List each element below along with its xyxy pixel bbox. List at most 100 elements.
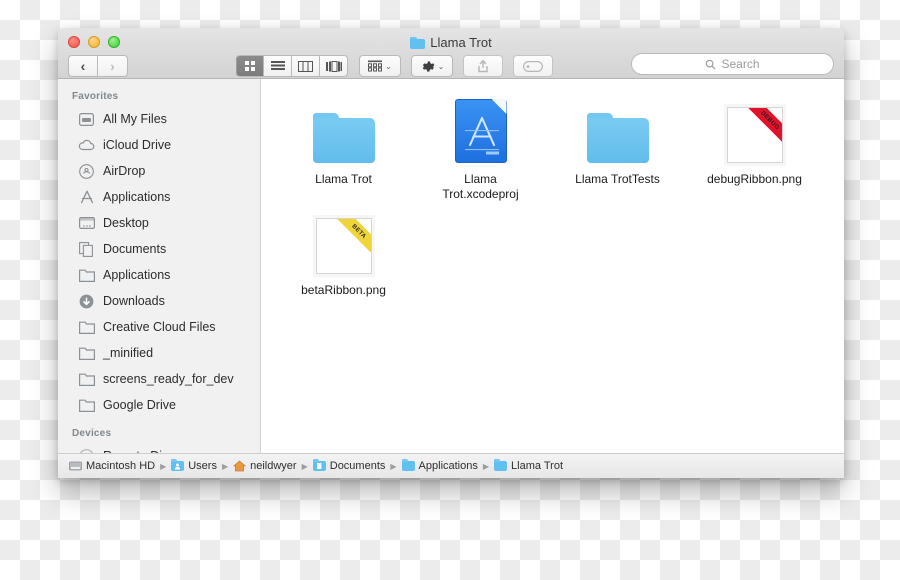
window-title-text: Llama Trot	[430, 35, 492, 50]
xcodeproj-icon	[454, 99, 507, 163]
sidebar-item-documents[interactable]: Documents	[58, 236, 260, 262]
breadcrumb-label: Users	[188, 460, 217, 472]
sidebar-item-google-drive[interactable]: Google Drive	[58, 392, 260, 418]
chevron-right-icon: ›	[110, 58, 115, 74]
search-placeholder: Search	[721, 57, 760, 71]
column-view-button[interactable]	[292, 55, 320, 77]
folder-icon	[78, 267, 95, 283]
downloads-icon	[78, 293, 95, 309]
file-item-llama-trot-xcodeproj[interactable]: Llama Trot.xcodeproj	[412, 91, 549, 202]
breadcrumb-separator: ▶	[482, 461, 490, 471]
sidebar-item-all-my-files[interactable]: All My Files	[58, 106, 260, 132]
window-title: Llama Trot	[58, 35, 844, 50]
breadcrumb-separator: ▶	[301, 461, 308, 471]
png-preview-icon: BETA	[315, 218, 372, 274]
columns-icon	[298, 60, 313, 72]
breadcrumb-applications[interactable]: Applications	[401, 459, 478, 472]
search-icon	[706, 59, 716, 70]
sidebar-item-label: Creative Cloud Files	[103, 320, 216, 334]
hard-drive-icon	[69, 460, 82, 472]
gear-icon	[422, 60, 435, 72]
navigation-buttons: ‹ ›	[68, 55, 128, 77]
toolbar: ‹ › ⌄ ⌄ Search	[58, 53, 844, 79]
breadcrumb-label: Macintosh HD	[86, 460, 156, 472]
breadcrumb-separator: ▶	[221, 461, 229, 471]
view-mode-group	[236, 55, 348, 77]
sidebar-item-applications-folder[interactable]: Applications	[58, 262, 260, 288]
tags-button[interactable]	[513, 55, 553, 77]
file-content-area[interactable]: Llama Trot Llama Trot.xcodeproj Llama Tr…	[261, 79, 844, 453]
sidebar-item-label: _minified	[103, 346, 154, 360]
breadcrumb-documents[interactable]: Documents	[312, 459, 386, 472]
folder-icon	[494, 459, 508, 472]
file-item-llama-trot[interactable]: Llama Trot	[275, 91, 412, 202]
sidebar-item-remote-disc[interactable]: Remote Disc	[58, 443, 260, 453]
sidebar-item-downloads[interactable]: Downloads	[58, 288, 260, 314]
sidebar-item-airdrop[interactable]: AirDrop	[58, 158, 260, 184]
share-button[interactable]	[463, 55, 503, 77]
sidebar-item-label: screens_ready_for_dev	[103, 372, 234, 386]
file-item-beta-ribbon-png[interactable]: BETA betaRibbon.png	[275, 202, 412, 298]
sidebar-item-desktop[interactable]: Desktop	[58, 210, 260, 236]
sidebar-item-minified[interactable]: _minified	[58, 340, 260, 366]
chevron-left-icon: ‹	[80, 58, 86, 74]
sidebar-item-label: Google Drive	[103, 398, 176, 412]
sidebar-item-applications[interactable]: Applications	[58, 184, 260, 210]
file-label: Llama TrotTests	[575, 172, 660, 186]
list-icon	[270, 60, 285, 70]
sidebar-item-label: All My Files	[103, 112, 167, 126]
folder-icon	[312, 113, 375, 163]
forward-button[interactable]: ›	[98, 55, 128, 77]
desktop-icon	[78, 215, 95, 231]
share-icon	[478, 60, 488, 73]
sidebar-section-favorites-header: Favorites	[72, 91, 119, 102]
folder-icon	[78, 345, 95, 361]
chevron-down-icon: ⌄	[437, 61, 445, 71]
search-field[interactable]: Search	[631, 53, 834, 75]
action-button[interactable]: ⌄	[411, 55, 453, 77]
sidebar-item-screens-ready-for-dev[interactable]: screens_ready_for_dev	[58, 366, 260, 392]
file-thumbnail	[586, 99, 649, 163]
menu-buttons: ⌄ ⌄	[359, 55, 453, 77]
sidebar-item-label: Documents	[103, 242, 167, 256]
folder-icon	[410, 36, 426, 49]
file-item-debug-ribbon-png[interactable]: DEBUG debugRibbon.png	[686, 91, 823, 202]
xcode-glyph-icon	[464, 116, 499, 155]
file-label: betaRibbon.png	[301, 283, 386, 297]
folder-icon	[78, 397, 95, 413]
breadcrumb-llama-trot[interactable]: Llama Trot	[494, 459, 563, 472]
breadcrumb-users[interactable]: Users	[171, 459, 217, 472]
sidebar-item-label: Downloads	[103, 294, 165, 308]
breadcrumb-label: neildwyer	[250, 460, 297, 472]
arrange-icon	[368, 60, 383, 72]
breadcrumb-label: Applications	[418, 460, 478, 472]
sidebar-item-creative-cloud-files[interactable]: Creative Cloud Files	[58, 314, 260, 340]
finder-window: Llama Trot ‹ › ⌄ ⌄ Search Favorites All …	[58, 28, 844, 478]
list-view-button[interactable]	[264, 55, 292, 77]
applications-icon	[78, 189, 95, 205]
sidebar-item-label: Applications	[103, 268, 171, 282]
breadcrumb-neildwyer[interactable]: neildwyer	[233, 460, 297, 472]
all-my-files-icon	[78, 111, 95, 127]
breadcrumb-macintosh-hd[interactable]: Macintosh HD	[69, 460, 155, 472]
icon-view-button[interactable]	[236, 55, 264, 77]
file-label: Llama Trot.xcodeproj	[442, 172, 519, 201]
folder-icon	[78, 319, 95, 335]
folder-icon	[586, 113, 649, 163]
breadcrumb-separator: ▶	[160, 461, 167, 471]
back-button[interactable]: ‹	[68, 55, 98, 77]
sidebar-section-devices-header: Devices	[72, 428, 112, 439]
sidebar-item-icloud-drive[interactable]: iCloud Drive	[58, 132, 260, 158]
breadcrumb-label: Llama Trot	[511, 460, 563, 472]
file-label: debugRibbon.png	[707, 172, 802, 186]
users-folder-icon	[171, 459, 185, 472]
file-thumbnail	[454, 99, 507, 163]
icon-grid: Llama Trot Llama Trot.xcodeproj Llama Tr…	[261, 79, 844, 298]
breadcrumb-label: Documents	[329, 460, 386, 472]
chevron-down-icon: ⌄	[385, 61, 392, 71]
coverflow-view-button[interactable]	[320, 55, 348, 77]
window-titlebar[interactable]: Llama Trot ‹ › ⌄ ⌄ Search	[58, 28, 844, 79]
sidebar-item-label: Applications	[103, 190, 171, 204]
arrange-button[interactable]: ⌄	[359, 55, 401, 77]
file-item-llama-trot-tests[interactable]: Llama TrotTests	[549, 91, 686, 202]
